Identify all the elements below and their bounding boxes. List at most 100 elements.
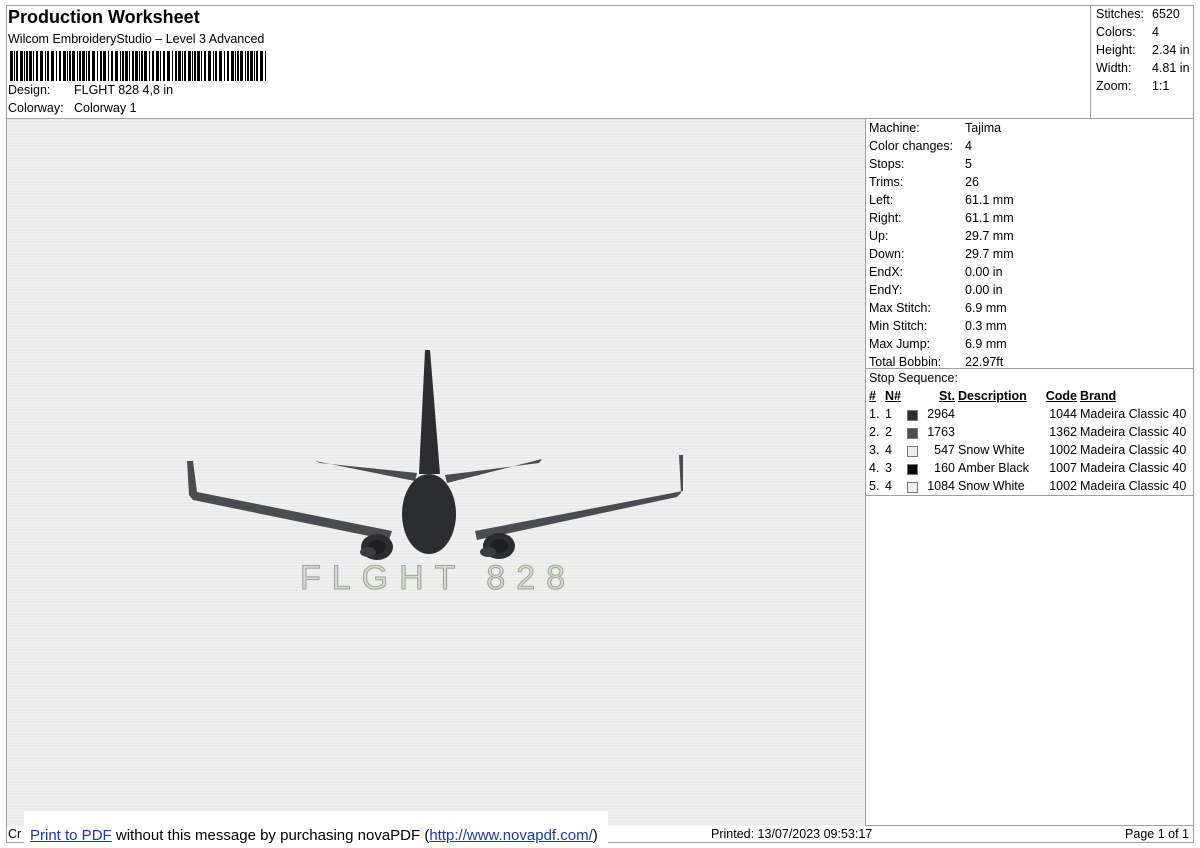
novapdf-url-link[interactable]: http://www.novapdf.com/	[429, 827, 592, 844]
stop-code: 1007	[1049, 461, 1077, 475]
design-row: Design: FLGHT 828 4,8 in	[8, 83, 173, 97]
detail-value: 22.97ft	[965, 355, 1004, 369]
detail-row: Trims: 26	[869, 175, 979, 189]
stop-description: Snow White	[958, 443, 1025, 457]
summary-value: 6520	[1152, 7, 1180, 21]
col-stitches: St.	[939, 389, 955, 403]
summary-value: 4	[1152, 25, 1159, 39]
detail-value: 0.00 in	[965, 283, 1003, 297]
detail-value: 5	[965, 157, 972, 171]
stop-code: 1002	[1049, 443, 1077, 457]
stop-brand: Madeira Classic 40	[1080, 461, 1187, 475]
colorway-label: Colorway:	[8, 101, 64, 115]
detail-label: Right:	[869, 211, 902, 225]
detail-label: Left:	[869, 193, 894, 207]
stop-num: 2.	[869, 425, 880, 439]
airplane-icon	[187, 350, 683, 560]
detail-value: Tajima	[965, 121, 1002, 135]
detail-row: Down: 29.7 mm	[869, 247, 1014, 261]
col-description: Description	[958, 389, 1027, 403]
stop-row: 2. 2 1763 1362 Madeira Classic 40	[869, 425, 1193, 443]
stop-brand: Madeira Classic 40	[1080, 443, 1187, 457]
stop-brand: Madeira Classic 40	[1080, 479, 1187, 493]
stop-description: Amber Black	[958, 461, 1029, 475]
color-swatch	[907, 482, 918, 493]
barcode	[10, 51, 266, 81]
color-swatch	[907, 464, 918, 475]
detail-row: EndY: 0.00 in	[869, 283, 1003, 297]
novapdf-banner: Print to PDF without this message by pur…	[24, 811, 608, 844]
stop-needle: 4	[885, 479, 892, 493]
design-value: FLGHT 828 4,8 in	[74, 83, 174, 97]
stop-code: 1044	[1049, 407, 1077, 421]
color-swatch	[907, 410, 918, 421]
detail-label: EndY:	[869, 283, 903, 297]
detail-row: Right: 61.1 mm	[869, 211, 1014, 225]
footer-cr: Cr	[8, 827, 22, 841]
detail-label: Stops:	[869, 157, 905, 171]
embroidery-design: FLGHT 828	[187, 350, 683, 598]
colorway-value: Colorway 1	[74, 101, 137, 115]
detail-value: 4	[965, 139, 972, 153]
stop-needle: 3	[885, 461, 892, 475]
summary-width: Width: 4.81 in	[1096, 61, 1190, 75]
stop-row: 3. 4 547 Snow White 1002 Madeira Classic 40	[869, 443, 1193, 461]
detail-row: Color changes: 4	[869, 139, 972, 153]
detail-row: Max Jump: 6.9 mm	[869, 337, 1007, 351]
stop-brand: Madeira Classic 40	[1080, 425, 1187, 439]
summary-panel: Stitches: 6520 Colors: 4 Height: 2.34 in Wi…	[1090, 5, 1194, 119]
detail-value: 0.3 mm	[965, 319, 1007, 333]
detail-row: Max Stitch: 6.9 mm	[869, 301, 1007, 315]
stop-sequence-label: Stop Sequence:	[869, 371, 958, 385]
detail-row: Total Bobbin: 22.97ft	[869, 355, 1003, 369]
detail-label: Color changes:	[869, 139, 954, 153]
worksheet-header: Production Worksheet Wilcom EmbroiderySt…	[6, 5, 1090, 119]
detail-label: Machine:	[869, 121, 920, 135]
page-number: Page 1 of 1	[1125, 827, 1189, 841]
printed-date: Printed: 13/07/2023 09:53:17	[711, 827, 873, 841]
summary-value: 2.34 in	[1152, 43, 1190, 57]
detail-row: Left: 61.1 mm	[869, 193, 1014, 207]
detail-row: Up: 29.7 mm	[869, 229, 1014, 243]
detail-label: Max Jump:	[869, 337, 931, 351]
page-title: Production Worksheet	[8, 7, 200, 27]
col-needle: N#	[885, 389, 901, 403]
detail-value: 26	[965, 175, 979, 189]
detail-value: 6.9 mm	[965, 337, 1007, 351]
design-canvas: FLGHT 828	[7, 119, 865, 826]
summary-label: Height:	[1096, 43, 1136, 57]
stop-code: 1362	[1049, 425, 1077, 439]
stop-row: 4. 3 160 Amber Black 1007 Madeira Classic 40	[869, 461, 1193, 479]
stop-brand: Madeira Classic 40	[1080, 407, 1187, 421]
stop-sequence-header: # N# St. Description Code Brand	[869, 389, 1193, 407]
print-to-pdf-link[interactable]: Print to PDF	[30, 827, 112, 844]
summary-height: Height: 2.34 in	[1096, 43, 1190, 57]
summary-label: Colors:	[1096, 25, 1136, 39]
summary-value: 4.81 in	[1152, 61, 1190, 75]
summary-zoom: Zoom: 1:1	[1096, 79, 1169, 93]
detail-value: 29.7 mm	[965, 247, 1014, 261]
novapdf-close: )	[592, 827, 598, 844]
novapdf-message: without this message by purchasing novaP…	[111, 827, 430, 844]
stop-code: 1002	[1049, 479, 1077, 493]
summary-label: Stitches:	[1096, 7, 1144, 21]
color-swatch	[907, 446, 918, 457]
stop-needle: 2	[885, 425, 892, 439]
software-name: Wilcom EmbroideryStudio – Level 3 Advanc…	[8, 32, 265, 46]
col-brand: Brand	[1080, 389, 1117, 403]
summary-stitches: Stitches: 6520	[1096, 7, 1180, 21]
stop-row: 5. 4 1084 Snow White 1002 Madeira Classic 40	[869, 479, 1193, 497]
stop-num: 1.	[869, 407, 880, 421]
detail-label: Up:	[869, 229, 889, 243]
detail-label: Trims:	[869, 175, 904, 189]
detail-label: Max Stitch:	[869, 301, 931, 315]
canvas-divider	[865, 119, 866, 826]
design-label: Design:	[8, 83, 51, 97]
stop-description: Snow White	[958, 479, 1025, 493]
detail-value: 0.00 in	[965, 265, 1003, 279]
summary-value: 1:1	[1152, 79, 1170, 93]
detail-label: Down:	[869, 247, 905, 261]
design-lettering: FLGHT 828	[300, 559, 576, 597]
color-swatch	[907, 428, 918, 439]
summary-label: Zoom:	[1096, 79, 1132, 93]
